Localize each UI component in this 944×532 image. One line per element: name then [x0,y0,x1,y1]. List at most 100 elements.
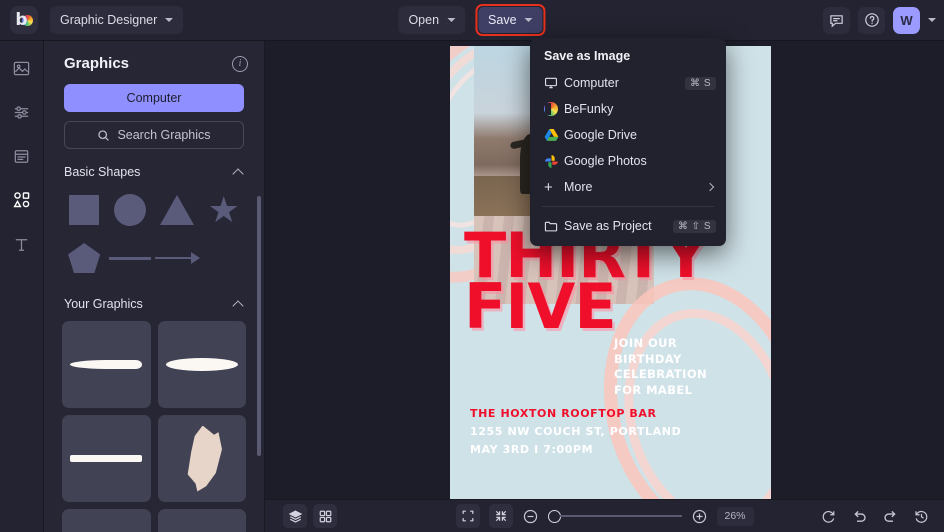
upload-computer-button[interactable]: Computer [64,84,244,112]
avatar[interactable]: W [893,6,920,34]
shape-arrow[interactable] [154,235,200,281]
menu-item-shortcut: ⌘ S [685,76,716,90]
basic-shapes-grid: ★ [44,185,264,281]
chevron-down-icon [447,18,456,22]
zoom-out-icon[interactable] [521,508,538,525]
menu-title: Save as Image [544,49,631,63]
graphic-item[interactable] [62,509,151,532]
logo-letter: b [15,9,28,30]
bottom-left-tools [283,504,337,528]
befunky-icon [544,102,564,116]
project-name: Graphic Designer [60,13,158,27]
google-drive-icon [544,128,564,142]
graphic-item[interactable] [62,321,151,408]
menu-item-more[interactable]: + More [530,174,726,200]
open-label: Open [408,13,440,27]
redo-icon[interactable] [882,508,899,525]
search-graphics-input[interactable]: Search Graphics [64,121,244,149]
poster-headline[interactable]: THIRTY FIVE [464,225,764,343]
grid-icon[interactable] [313,504,337,528]
menu-item-befunky[interactable]: BeFunky [530,96,726,122]
project-selector[interactable]: Graphic Designer [50,6,184,34]
sub-line-2: BIRTHDAY [614,351,682,366]
save-label: Save [488,13,517,27]
bottom-toolbar: 26% [265,499,944,532]
venue-address: 1255 NW COUCH ST, PORTLAND [470,424,682,438]
menu-divider [542,206,714,207]
google-photos-icon [544,154,564,169]
chevron-down-icon [165,18,174,22]
save-button-highlight: Save [475,4,546,36]
shape-star[interactable]: ★ [202,187,246,233]
feedback-icon[interactable] [823,6,850,34]
open-button[interactable]: Open [398,6,466,34]
menu-item-computer[interactable]: Computer ⌘ S [530,70,726,96]
menu-item-google-photos[interactable]: Google Photos [530,148,726,174]
graphic-item[interactable] [157,509,246,532]
account-chevron-down-icon[interactable] [928,18,936,22]
menu-item-google-drive[interactable]: Google Drive [530,122,726,148]
save-button[interactable]: Save [478,7,543,33]
history-icon[interactable] [913,508,930,525]
zoom-slider[interactable] [547,509,682,523]
rail-item-templates[interactable] [7,141,37,171]
sub-line-4: FOR MABEL [614,382,693,397]
rail-item-edit[interactable] [7,97,37,127]
befunky-logo[interactable]: b [10,6,38,34]
layers-icon[interactable] [283,504,307,528]
undo-icon[interactable] [851,508,868,525]
panel-scrollbar[interactable] [257,196,261,456]
header-actions: Open Save [398,4,546,36]
chevron-up-icon [232,299,244,312]
tool-rail [0,41,44,532]
reset-icon[interactable] [820,508,837,525]
venue-name: THE HOXTON ROOFTOP BAR [470,406,657,420]
shape-empty [202,235,246,281]
graphics-panel: Graphics i Computer Search Graphics Basi… [44,41,265,532]
graphic-item[interactable] [157,321,246,408]
section-basic-shapes[interactable]: Basic Shapes [44,149,264,185]
expand-icon[interactable] [455,504,480,528]
poster-venue-block[interactable]: THE HOXTON ROOFTOP BAR 1255 NW COUCH ST,… [470,405,750,459]
menu-item-label: Computer [564,76,619,90]
sub-line-3: CELEBRATION [614,367,708,382]
rail-item-text[interactable] [7,229,37,259]
shape-circle[interactable] [108,187,152,233]
chevron-up-icon [232,167,244,180]
poster-subtext[interactable]: JOIN OUR BIRTHDAY CELEBRATION FOR MABEL [614,336,754,398]
zoom-slider-track[interactable] [559,515,682,517]
section-your-graphics[interactable]: Your Graphics [44,281,264,317]
plus-icon: + [544,178,553,196]
section-label: Basic Shapes [64,165,141,179]
app-header: b Graphic Designer Open Save W [0,0,944,41]
headline-line-2: FIVE [464,269,617,343]
menu-item-label: BeFunky [564,102,614,116]
zoom-in-icon[interactable] [690,508,707,525]
zoom-level[interactable]: 26% [716,506,754,526]
upload-computer-label: Computer [126,91,182,105]
header-right-actions: W [823,6,936,34]
save-dropdown-menu: Save as Image Computer ⌘ S BeFunky Googl… [530,38,726,246]
section-label: Your Graphics [64,297,143,311]
menu-item-label: Save as Project [564,219,652,233]
shape-triangle[interactable] [155,187,200,233]
shape-line[interactable] [108,235,152,281]
info-icon[interactable]: i [232,55,248,72]
rail-item-image[interactable] [7,53,37,83]
bottom-right-tools [820,508,930,525]
help-icon[interactable] [858,6,885,34]
rail-item-graphics[interactable] [7,185,37,215]
your-graphics-grid [44,317,264,532]
search-icon [98,129,110,141]
graphic-item[interactable] [62,415,151,502]
menu-item-shortcut: ⌘ ⇧ S [672,219,716,233]
menu-item-label: Google Photos [564,154,647,168]
collapse-icon[interactable] [488,504,513,528]
shape-pentagon[interactable] [62,235,106,281]
zoom-controls: 26% [455,504,754,528]
befunky-graphic-designer-app: b Graphic Designer Open Save W Graphics … [0,0,944,532]
avatar-letter: W [900,12,913,28]
graphic-item[interactable] [157,415,246,502]
shape-square[interactable] [62,187,106,233]
menu-item-save-as-project[interactable]: Save as Project ⌘ ⇧ S [530,213,726,239]
